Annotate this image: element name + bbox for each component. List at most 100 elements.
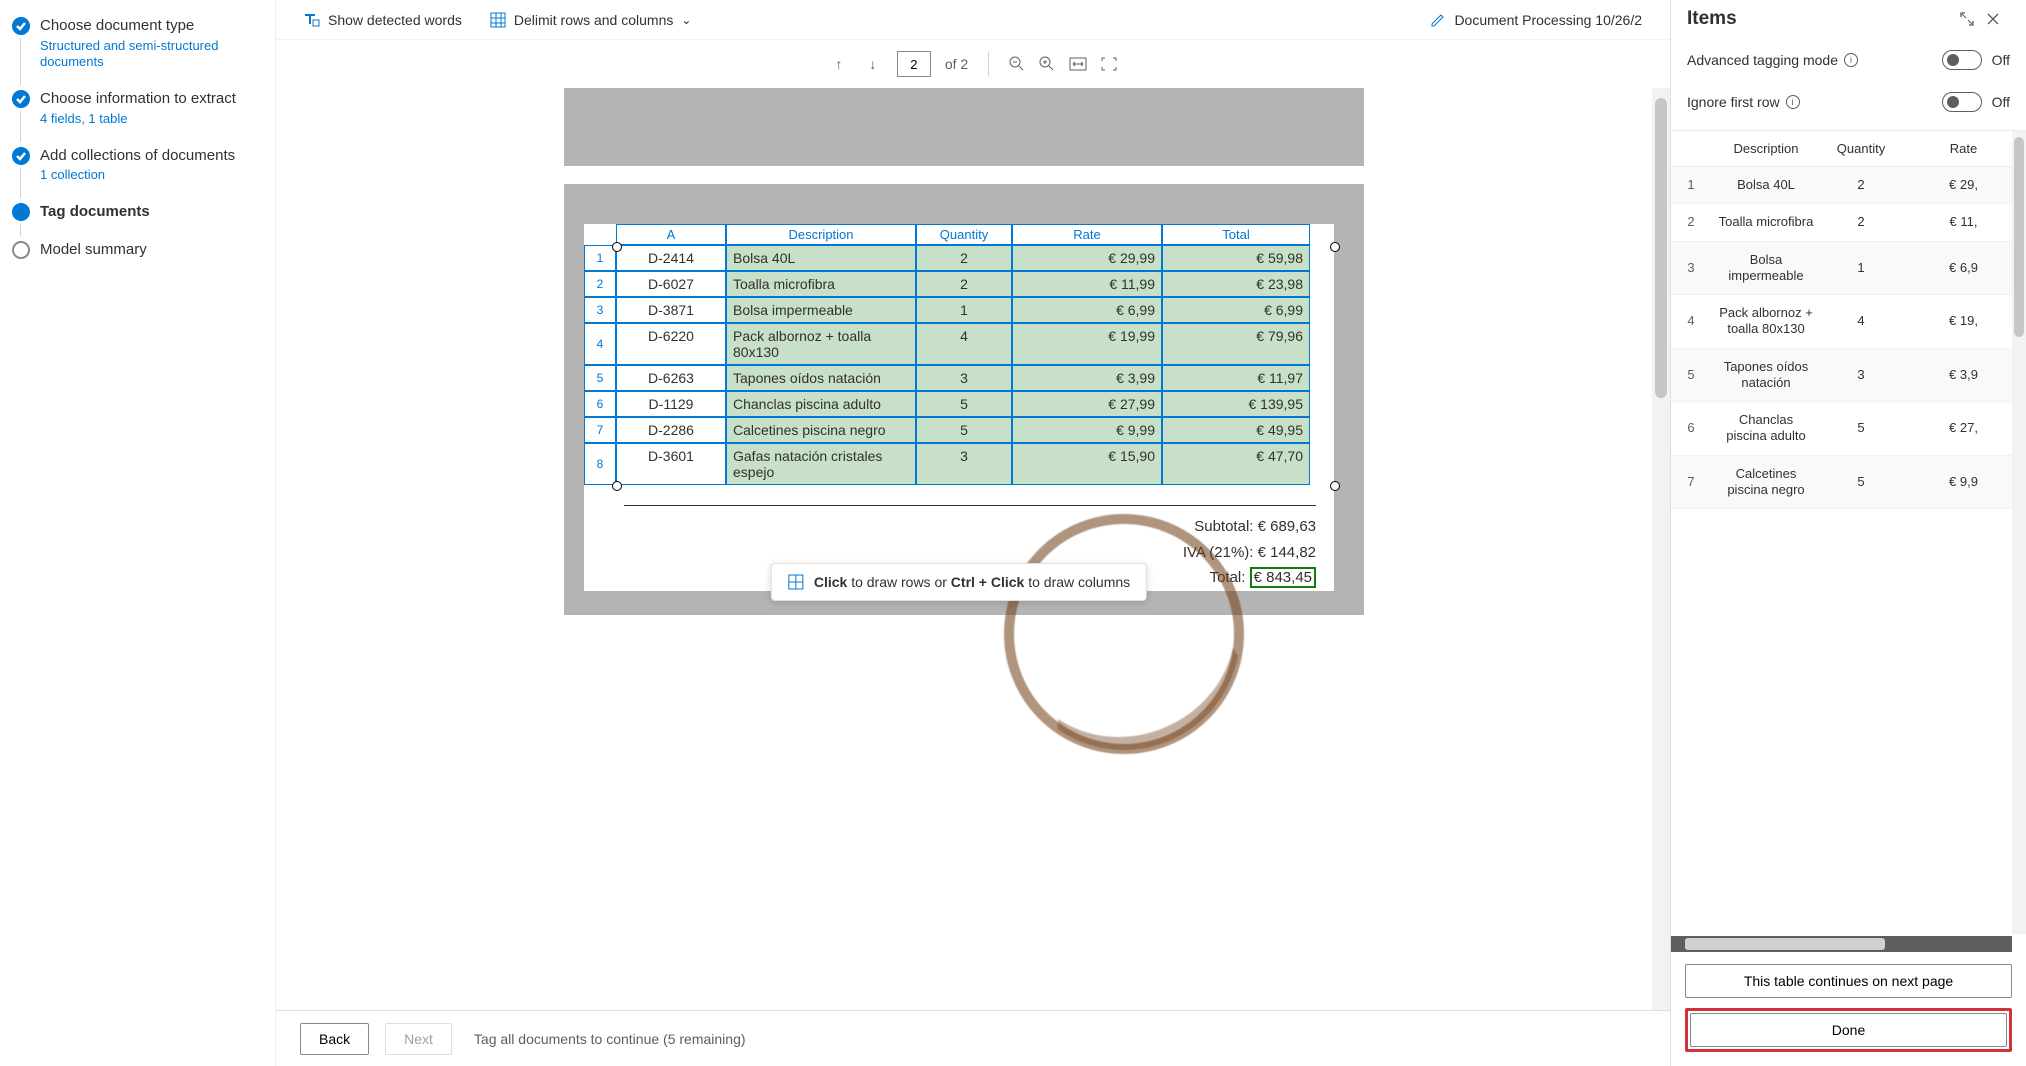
page-number-input[interactable] (897, 51, 931, 77)
zoom-in-button[interactable] (1039, 56, 1055, 72)
panel-column-header[interactable] (1671, 131, 1711, 167)
fit-page-button[interactable] (1101, 57, 1117, 71)
table-row[interactable]: 8D-3601Gafas natación cristales espejo3€… (584, 443, 1334, 485)
zoom-out-button[interactable] (1009, 56, 1025, 72)
row-number[interactable]: 6 (584, 391, 616, 417)
table-cell[interactable]: Toalla microfibra (726, 271, 916, 297)
panel-row[interactable]: 1Bolsa 40L2€ 29, (1671, 167, 2026, 204)
table-row[interactable]: 7D-2286Calcetines piscina negro5€ 9,99€ … (584, 417, 1334, 443)
table-cell[interactable]: D-6027 (616, 271, 726, 297)
selection-handle-tl[interactable] (612, 242, 622, 252)
table-cell[interactable]: Chanclas piscina adulto (726, 391, 916, 417)
column-header[interactable]: Total (1162, 224, 1310, 245)
table-cell[interactable]: Calcetines piscina negro (726, 417, 916, 443)
show-detected-words-button[interactable]: Show detected words (304, 12, 462, 28)
row-number[interactable]: 8 (584, 443, 616, 485)
table-cell[interactable]: D-3601 (616, 443, 726, 485)
table-cell[interactable]: € 6,99 (1162, 297, 1310, 323)
table-cell[interactable]: € 79,96 (1162, 323, 1310, 365)
table-cell[interactable]: € 49,95 (1162, 417, 1310, 443)
table-cell[interactable]: 1 (916, 297, 1012, 323)
done-button[interactable]: Done (1690, 1013, 2007, 1047)
table-cell[interactable]: Gafas natación cristales espejo (726, 443, 916, 485)
table-cell[interactable]: 2 (916, 245, 1012, 271)
ignore-first-row-toggle[interactable] (1942, 92, 1982, 112)
column-header[interactable]: A (616, 224, 726, 245)
row-number[interactable]: 4 (584, 323, 616, 365)
table-cell[interactable]: € 23,98 (1162, 271, 1310, 297)
column-header[interactable]: Description (726, 224, 916, 245)
wizard-step[interactable]: Choose information to extract4 fields, 1… (12, 81, 263, 137)
back-button[interactable]: Back (300, 1023, 369, 1055)
row-number[interactable]: 2 (584, 271, 616, 297)
table-cell[interactable]: 5 (916, 417, 1012, 443)
table-cell[interactable]: € 11,97 (1162, 365, 1310, 391)
fit-width-button[interactable] (1069, 57, 1087, 71)
wizard-step[interactable]: Choose document typeStructured and semi-… (12, 8, 263, 81)
panel-row[interactable]: 7Calcetines piscina negro5€ 9,9 (1671, 455, 2026, 509)
table-cell[interactable]: € 11,99 (1012, 271, 1162, 297)
table-cell[interactable]: € 29,99 (1012, 245, 1162, 271)
delimit-rows-columns-button[interactable]: Delimit rows and columns ⌄ (490, 12, 692, 28)
table-cell[interactable]: € 59,98 (1162, 245, 1310, 271)
panel-row[interactable]: 3Bolsa impermeable1€ 6,9 (1671, 241, 2026, 295)
table-cell[interactable]: 5 (916, 391, 1012, 417)
table-cell[interactable]: D-1129 (616, 391, 726, 417)
canvas-vertical-scrollbar[interactable] (1652, 88, 1670, 1010)
info-icon[interactable]: i (1844, 53, 1858, 67)
document-name-button[interactable]: Document Processing 10/26/2 (1430, 12, 1642, 28)
table-cell[interactable]: 2 (916, 271, 1012, 297)
table-cell[interactable]: D-6263 (616, 365, 726, 391)
table-cell[interactable]: € 3,99 (1012, 365, 1162, 391)
panel-row[interactable]: 5Tapones oídos natación3€ 3,9 (1671, 348, 2026, 402)
close-panel-button[interactable] (1986, 12, 2012, 26)
column-header[interactable]: Quantity (916, 224, 1012, 245)
table-row[interactable]: 2D-6027Toalla microfibra2€ 11,99€ 23,98 (584, 271, 1334, 297)
row-number[interactable]: 7 (584, 417, 616, 443)
table-cell[interactable]: € 9,99 (1012, 417, 1162, 443)
wizard-step[interactable]: Tag documents (12, 194, 263, 232)
table-cell[interactable]: € 19,99 (1012, 323, 1162, 365)
panel-vertical-scrollbar[interactable] (2012, 131, 2026, 934)
table-row[interactable]: 6D-1129Chanclas piscina adulto5€ 27,99€ … (584, 391, 1334, 417)
table-cell[interactable]: 3 (916, 443, 1012, 485)
panel-column-header[interactable]: Description (1711, 131, 1821, 167)
selection-handle-br[interactable] (1330, 481, 1340, 491)
table-row[interactable]: 3D-3871Bolsa impermeable1€ 6,99€ 6,99 (584, 297, 1334, 323)
prev-page-button[interactable]: ↑ (829, 56, 849, 72)
table-cell[interactable]: € 6,99 (1012, 297, 1162, 323)
table-cell[interactable]: D-6220 (616, 323, 726, 365)
info-icon[interactable]: i (1786, 95, 1800, 109)
table-cell[interactable]: D-2286 (616, 417, 726, 443)
table-cell[interactable]: D-2414 (616, 245, 726, 271)
table-row[interactable]: 4D-6220Pack albornoz + toalla 80x1304€ 1… (584, 323, 1334, 365)
table-cell[interactable]: 3 (916, 365, 1012, 391)
table-row[interactable]: 1D-2414Bolsa 40L2€ 29,99€ 59,98 (584, 245, 1334, 271)
row-number[interactable]: 3 (584, 297, 616, 323)
table-cell[interactable]: € 27,99 (1012, 391, 1162, 417)
selection-handle-tr[interactable] (1330, 242, 1340, 252)
wizard-step[interactable]: Model summary (12, 232, 263, 270)
panel-column-header[interactable]: Quantity (1821, 131, 1901, 167)
panel-row[interactable]: 2Toalla microfibra2€ 11, (1671, 204, 2026, 241)
table-row[interactable]: 5D-6263Tapones oídos natación3€ 3,99€ 11… (584, 365, 1334, 391)
table-cell[interactable]: € 47,70 (1162, 443, 1310, 485)
panel-row[interactable]: 4Pack albornoz + toalla 80x1304€ 19, (1671, 295, 2026, 349)
continues-next-page-button[interactable]: This table continues on next page (1685, 964, 2012, 998)
table-cell[interactable]: Pack albornoz + toalla 80x130 (726, 323, 916, 365)
next-page-button[interactable]: ↓ (863, 56, 883, 72)
table-cell[interactable]: € 139,95 (1162, 391, 1310, 417)
canvas-viewport[interactable]: ADescriptionQuantityRateTotal 1D-2414Bol… (276, 88, 1652, 1010)
table-cell[interactable]: Bolsa impermeable (726, 297, 916, 323)
table-cell[interactable]: D-3871 (616, 297, 726, 323)
selection-handle-bl[interactable] (612, 481, 622, 491)
panel-column-header[interactable]: Rate (1901, 131, 2026, 167)
tagged-table[interactable]: ADescriptionQuantityRateTotal 1D-2414Bol… (584, 224, 1334, 485)
table-cell[interactable]: Bolsa 40L (726, 245, 916, 271)
table-cell[interactable]: 4 (916, 323, 1012, 365)
column-header[interactable]: Rate (1012, 224, 1162, 245)
row-number[interactable]: 1 (584, 245, 616, 271)
table-cell[interactable]: € 15,90 (1012, 443, 1162, 485)
expand-panel-button[interactable] (1960, 12, 1986, 26)
table-cell[interactable]: Tapones oídos natación (726, 365, 916, 391)
